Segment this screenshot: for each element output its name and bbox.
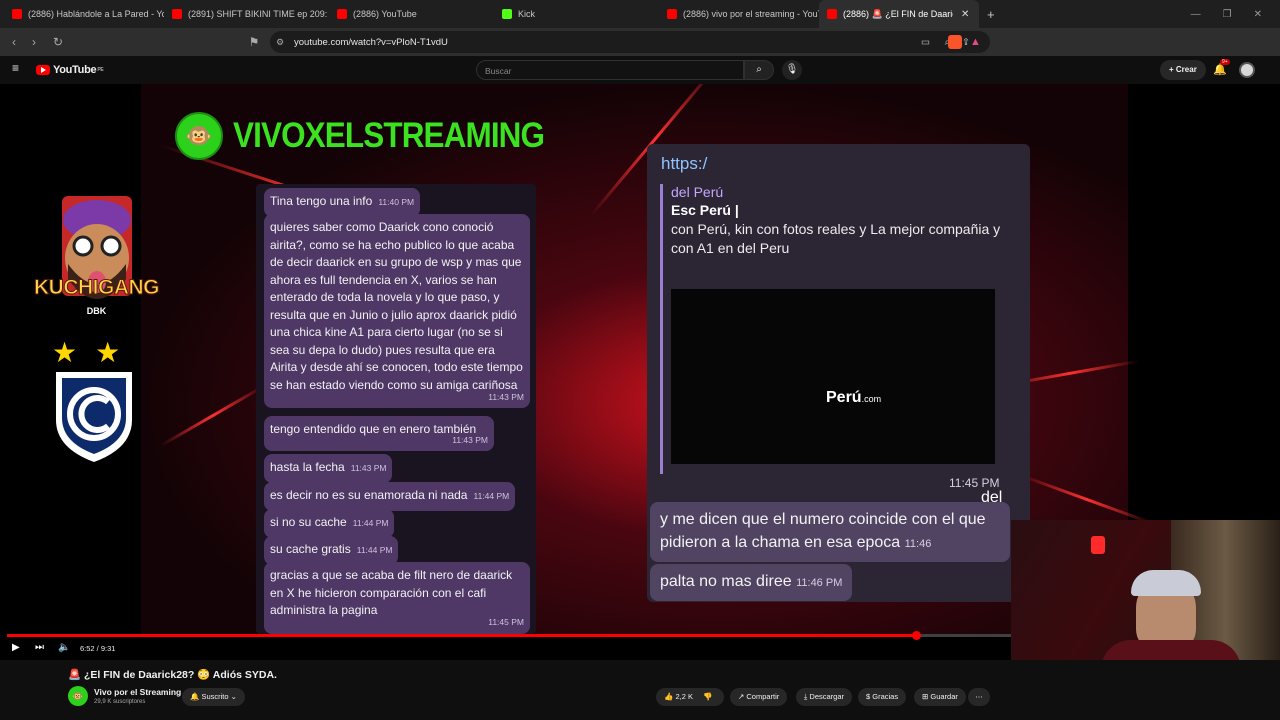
youtube-icon [827, 9, 837, 19]
reload-icon[interactable]: ↻ [48, 35, 68, 49]
delperu-logo: del Perú.com [826, 389, 1003, 506]
cast-icon[interactable]: ▭ [921, 37, 930, 48]
share-button[interactable]: ↗ Compartir [730, 688, 788, 706]
link-preview-card: del Perú Esc Perú | con Perú, kin con fo… [660, 184, 1003, 506]
browser-tab-bar: (2886) Hablándole a La Pared - YouTu (28… [0, 0, 1280, 28]
brave-shield-icon[interactable] [948, 35, 962, 49]
browser-tab[interactable]: (2886) Hablándole a La Pared - YouTu [4, 0, 164, 28]
create-button[interactable]: + Crear [1160, 60, 1206, 80]
chat-message: palta no mas diree 11:46 PM [650, 564, 853, 601]
chat-message: quieres saber como Daarick cono conoció … [264, 214, 530, 408]
time-display: 6:52 / 9:31 [80, 644, 116, 653]
bell-icon: 🔔 [190, 692, 202, 701]
youtube-icon [12, 9, 22, 19]
browser-tab[interactable]: (2886) YouTube [329, 0, 494, 28]
subscribed-button[interactable]: 🔔 Suscrito ⌄ [182, 688, 245, 706]
video-player[interactable]: 🐵 VIVOXELSTREAMING Tina tengo una info 11… [0, 84, 1280, 660]
search-input[interactable]: Buscar [476, 60, 744, 80]
share-icon[interactable]: ⇪ [962, 37, 970, 48]
channel-mascot-icon: 🐵 [175, 112, 223, 160]
channel-brand-banner: 🐵 VIVOXELSTREAMING [175, 112, 579, 160]
voice-search-button[interactable]: 🎙 [782, 60, 802, 80]
chevron-down-icon: ⌄ [228, 692, 237, 701]
browser-tab[interactable]: (2886) vivo por el streaming - YouTu [659, 0, 819, 28]
youtube-icon [337, 9, 347, 19]
channel-avatar[interactable]: 🐵 [68, 686, 88, 706]
thumbs-down-icon[interactable]: 👎 [703, 692, 712, 701]
light-ray [1020, 474, 1154, 525]
video-title: 🚨 ¿El FIN de Daarick28? 😳 Adiós SYDA. [68, 669, 277, 681]
search-button[interactable]: ⌕ [744, 60, 774, 80]
close-window-icon[interactable]: ✕ [1254, 9, 1262, 20]
video-progress-bar[interactable] [7, 631, 1011, 640]
site-info-icon[interactable]: ⚙ [276, 37, 284, 48]
progress-fill [7, 634, 916, 637]
chat-message: su cache gratis 11:44 PM [264, 536, 399, 565]
avatar[interactable] [1239, 62, 1255, 78]
address-bar-row: ‹ › ↻ ⚑ ⚙ youtube.com/watch?v=vPloN-T1vd… [0, 28, 1280, 77]
thanks-button[interactable]: $ Gracias [858, 688, 907, 706]
channel-info[interactable]: 🐵 Vivo por el Streaming 29,9 K suscripto… [68, 686, 181, 706]
minimize-icon[interactable]: — [1191, 9, 1201, 20]
maximize-icon[interactable]: ❐ [1223, 9, 1232, 20]
forward-icon[interactable]: › [24, 35, 44, 49]
save-button[interactable]: ⊞ Guardar [914, 688, 966, 706]
message-time: 11:45 PM [949, 476, 1000, 490]
browser-tab[interactable]: (2891) SHIFT BIKINI TIME ep 209: CA [164, 0, 329, 28]
chat-message: tengo entendido que en enero también 11:4… [264, 416, 494, 451]
more-icon: ⋯ [975, 692, 983, 701]
next-icon[interactable]: ⏭ [35, 642, 44, 653]
streamer-shirt [1101, 640, 1241, 660]
browser-tab[interactable]: Kick [494, 0, 659, 28]
play-icon[interactable]: ▶ [12, 642, 20, 653]
rewards-icon[interactable]: ▲ [970, 36, 981, 48]
streamer-cap [1131, 570, 1201, 596]
youtube-header: ≡ YouTube PE Buscar ⌕ 🎙 + Crear 🔔 9+ [0, 56, 1280, 84]
message-link: https:/ [661, 154, 708, 173]
preview-image: del Perú.com [671, 289, 1003, 506]
hamburger-menu-icon[interactable]: ≡ [12, 61, 19, 75]
chat-message: Tina tengo una info 11:40 PM [264, 188, 421, 217]
thumbs-up-icon: 👍 [664, 692, 676, 701]
search-icon: ⌕ [756, 64, 762, 75]
stars-icon: ★★ [52, 337, 139, 368]
notification-badge: 9+ [1220, 59, 1230, 65]
window-controls: — ❐ ✕ [1191, 0, 1280, 28]
close-tab-icon[interactable]: ✕ [961, 9, 969, 20]
red-light [1091, 536, 1105, 554]
download-button[interactable]: ⤓ Descargar [796, 688, 853, 706]
bookmark-icon[interactable]: ⚑ [244, 35, 264, 49]
mic-icon: 🎙 [785, 64, 799, 75]
back-icon[interactable]: ‹ [4, 35, 24, 49]
browser-tab-active[interactable]: (2886) 🚨 ¿El FIN de Daarick28?✕ [819, 0, 979, 28]
streamer-facecam [1011, 520, 1280, 660]
youtube-play-icon [36, 65, 50, 75]
progress-scrubber[interactable] [911, 631, 921, 640]
kick-icon [502, 9, 512, 19]
volume-icon[interactable]: 🔈 [58, 642, 70, 653]
new-tab-button[interactable]: + [979, 0, 999, 28]
chat-message: gracias a que se acaba de filt nero de d… [264, 562, 530, 634]
like-dislike-button[interactable]: 👍 2,2 K 👎 [656, 688, 724, 706]
url-field[interactable]: ⚙ youtube.com/watch?v=vPloN-T1vdU ▭ ⌕ ⇪ [270, 31, 990, 53]
youtube-logo[interactable]: YouTube PE [36, 64, 104, 76]
chat-message: hasta la fecha 11:43 PM [264, 454, 393, 483]
light-ray [160, 384, 266, 447]
chat-message: si no su cache 11:44 PM [264, 509, 395, 538]
plus-icon: + [1169, 65, 1176, 74]
chat-message: y me dicen que el numero coincide con el… [650, 502, 1010, 562]
youtube-icon [667, 9, 677, 19]
chat-message: es decir no es su enamorada ni nada 11:44… [264, 482, 516, 511]
club-shield-icon [56, 372, 132, 462]
more-actions-button[interactable]: ⋯ [968, 688, 990, 706]
youtube-icon [172, 9, 182, 19]
